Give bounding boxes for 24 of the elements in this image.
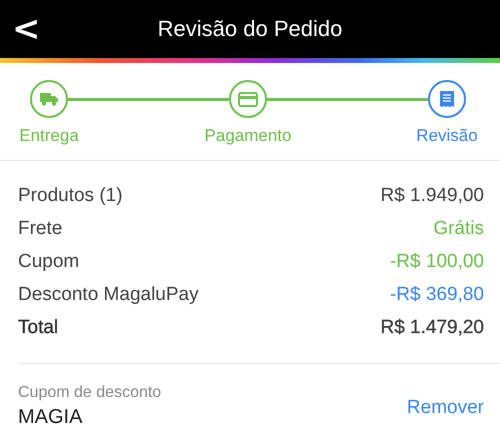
coupon-code: MAGIA xyxy=(18,406,84,429)
document-icon xyxy=(440,91,454,107)
total-label: Total xyxy=(18,316,58,338)
truck-icon xyxy=(40,92,58,106)
coupon-label: Cupom de desconto xyxy=(18,384,162,402)
summary-label: Cupom xyxy=(18,250,80,272)
summary-label: Produtos (1) xyxy=(18,184,123,206)
summary-value: -R$ 100,00 xyxy=(390,250,484,272)
screen-title: Revisão do Pedido xyxy=(158,16,342,41)
total-value: R$ 1.479,20 xyxy=(380,316,484,338)
summary-label: Frete xyxy=(18,218,62,240)
step-circle[interactable] xyxy=(229,80,267,118)
back-button[interactable]: < xyxy=(12,12,40,46)
summary-value: R$ 1.949,00 xyxy=(380,184,484,206)
summary-value: Grátis xyxy=(433,218,484,240)
step-label: Revisão xyxy=(416,126,478,146)
step-circle[interactable] xyxy=(30,80,68,118)
credit-card-icon xyxy=(238,92,258,106)
summary-label: Desconto MagaluPay xyxy=(18,284,199,306)
step-label: Pagamento xyxy=(204,126,292,146)
step-circle[interactable] xyxy=(428,80,466,118)
summary-value: -R$ 369,80 xyxy=(390,284,484,306)
step-label: Entrega xyxy=(19,126,79,146)
remove-button[interactable]: Remover xyxy=(406,396,484,418)
